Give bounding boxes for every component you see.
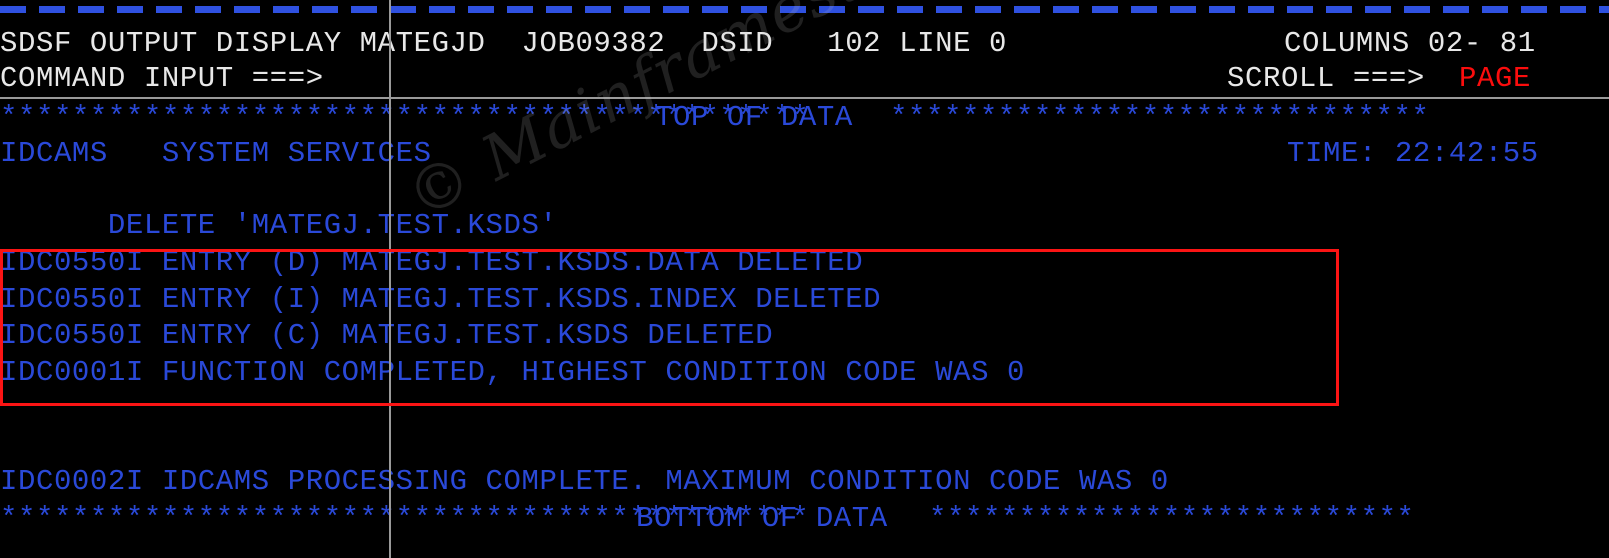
command-input-label[interactable]: COMMAND INPUT ===> [0,61,324,97]
columns-indicator: COLUMNS 02- 81 [1284,27,1536,60]
top-of-data-label: TOP OF DATA [655,101,853,134]
message-idc0550i-cluster: IDC0550I ENTRY (C) MATEGJ.TEST.KSDS DELE… [0,319,774,352]
bottom-of-data-label: BOTTOM OF DATA [636,502,888,535]
message-idc0550i-index: IDC0550I ENTRY (I) MATEGJ.TEST.KSDS.INDE… [0,283,882,316]
delete-command-echo: DELETE 'MATEGJ.TEST.KSDS' [0,209,558,242]
message-idc0550i-data: IDC0550I ENTRY (D) MATEGJ.TEST.KSDS.DATA… [0,246,864,279]
top-of-data-right-stars: ****************************** [890,101,1430,134]
scroll-amount-label: SCROLL ===> [1227,62,1425,95]
header-separator-rule [0,97,1609,99]
column-divider-rule [389,0,391,558]
idcams-system-services-line: IDCAMS SYSTEM SERVICES [0,137,432,170]
message-idc0002i-processing-complete: IDC0002I IDCAMS PROCESSING COMPLETE. MAX… [0,465,1169,498]
panel-title-line: SDSF OUTPUT DISPLAY MATEGJD JOB09382 DSI… [0,27,1008,60]
bottom-of-data-right-stars: *************************** [929,502,1415,535]
idcams-time-stamp: TIME: 22:42:55 [1287,137,1539,170]
message-idc0001i-function-completed: IDC0001I FUNCTION COMPLETED, HIGHEST CON… [0,356,1026,389]
scroll-amount-value[interactable]: PAGE [1459,61,1531,97]
top-dashed-rule [0,6,1609,13]
sdsf-terminal-screen: SDSF OUTPUT DISPLAY MATEGJD JOB09382 DSI… [0,0,1609,558]
